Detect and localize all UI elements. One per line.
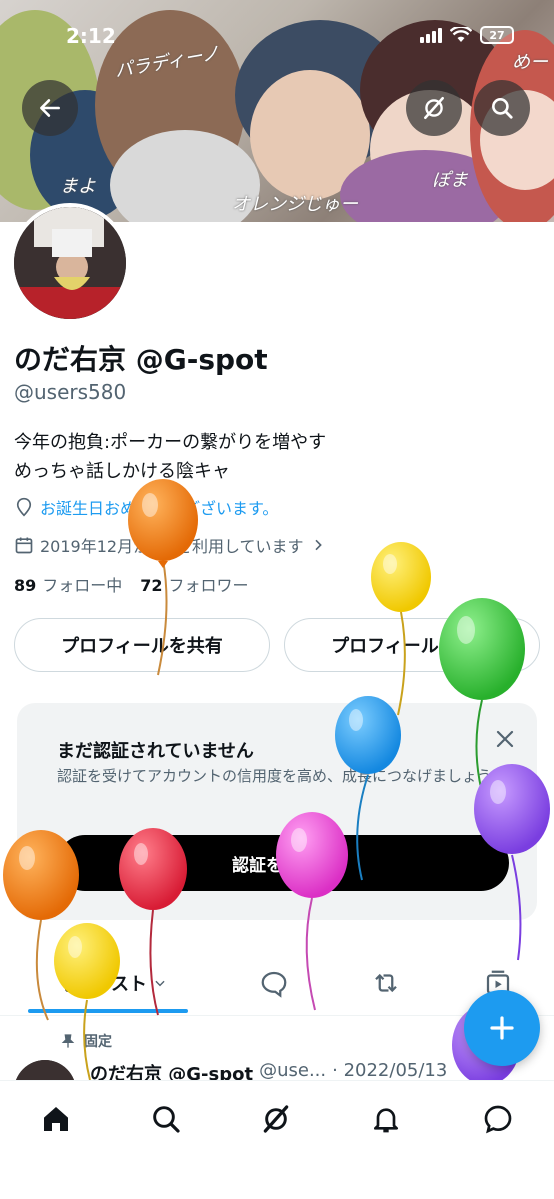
compose-button[interactable] (464, 990, 540, 1066)
joined-text: 2019年12月からXを利用しています (40, 537, 304, 556)
plus-icon (490, 1016, 514, 1040)
tab-reposts[interactable] (358, 950, 414, 1016)
following-count: 89 (14, 576, 37, 595)
repost-icon (375, 973, 397, 993)
cellular-signal-icon (420, 27, 442, 43)
edit-profile-button[interactable]: プロフィールを編集 (284, 618, 540, 672)
nav-messages[interactable] (476, 1097, 520, 1141)
search-button[interactable] (474, 80, 530, 136)
posts-icon (65, 974, 85, 992)
back-arrow-icon (40, 99, 60, 117)
bottom-navigation (0, 1080, 554, 1199)
tab-posts[interactable]: ポスト (40, 950, 190, 1016)
tab-posts-label: ポスト (93, 974, 147, 995)
nav-search-icon (153, 1106, 180, 1133)
battery-icon: 27 (480, 26, 514, 44)
share-profile-button[interactable]: プロフィールを共有 (14, 618, 270, 672)
wifi-icon (450, 27, 472, 42)
nav-home[interactable] (34, 1097, 78, 1141)
bio-line: めっちゃ話しかける陰キャ (14, 461, 230, 482)
followers-label: フォロワー (168, 576, 249, 595)
follow-stats: 89 フォロー中 72 フォロワー (14, 572, 249, 596)
banner-signature: ぽま (432, 170, 468, 191)
verification-card: まだ認証されていません 認証を受けてアカウントの信用度を高め、成長につなげましょ… (17, 703, 537, 920)
avatar-image (14, 207, 126, 319)
verification-description: 認証を受けてアカウントの信用度を高め、成長につなげましょう。 (57, 767, 507, 785)
chevron-right-icon (314, 539, 322, 551)
status-icons: 27 (420, 26, 514, 44)
back-button[interactable] (22, 80, 78, 136)
get-verified-button[interactable]: 認証を受ける (57, 835, 509, 891)
verification-title: まだ認証されていません (57, 741, 254, 762)
tab-replies[interactable] (246, 950, 302, 1016)
calendar-icon (15, 537, 33, 554)
home-icon (44, 1107, 68, 1131)
close-button[interactable] (493, 727, 517, 751)
nav-search[interactable] (144, 1097, 188, 1141)
joined-info[interactable]: 2019年12月からXを利用しています (14, 533, 326, 557)
bio-line: 今年の抱負:ポーカーの繋がりを増やす (14, 432, 327, 453)
nav-grok[interactable] (254, 1097, 298, 1141)
grok-icon (424, 96, 444, 120)
profile-avatar[interactable] (10, 203, 130, 323)
reply-icon (261, 971, 287, 998)
display-name: のだ右京 @G-spot (14, 343, 268, 376)
birthday-text[interactable]: お誕生日おめでとうございます。 (40, 495, 278, 519)
user-handle: @users580 (14, 380, 127, 404)
pinned-label: 固定 (60, 1031, 112, 1051)
search-icon (492, 98, 513, 119)
birthday-info[interactable]: お誕生日おめでとうございます。 (14, 495, 278, 519)
nav-notifications[interactable] (364, 1097, 408, 1141)
active-tab-indicator (28, 1009, 188, 1013)
location-icon (16, 497, 32, 517)
pin-icon (61, 1034, 75, 1048)
bell-icon (374, 1108, 398, 1133)
banner-signature: めー (512, 52, 548, 73)
followers-count: 72 (140, 576, 163, 595)
close-icon (496, 730, 514, 748)
chevron-down-icon (155, 980, 165, 987)
followers-link[interactable]: 72 フォロワー (140, 572, 248, 596)
following-label: フォロー中 (42, 576, 123, 595)
nav-grok-icon (263, 1105, 289, 1133)
grok-button[interactable] (406, 80, 462, 136)
status-time: 2:12 (66, 24, 116, 48)
following-link[interactable]: 89 フォロー中 (14, 572, 122, 596)
banner-signature: オレンジじゅー (232, 194, 358, 215)
banner-signature: まよ (60, 176, 96, 197)
messages-icon (484, 1105, 512, 1134)
pinned-text: 固定 (84, 1034, 112, 1050)
